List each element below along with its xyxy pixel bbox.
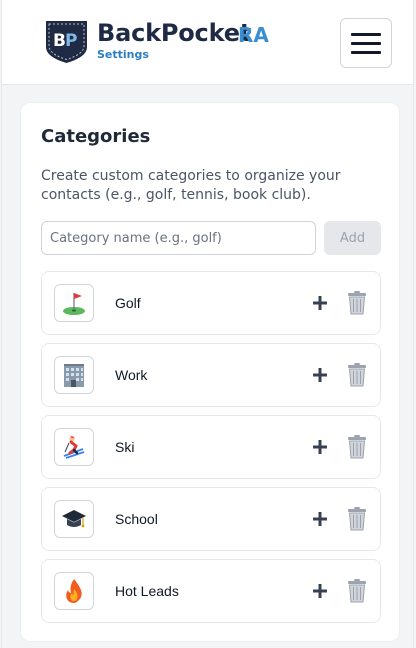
header: B P BackPocket RA Settings (2, 0, 413, 85)
category-row: Hot Leads (41, 559, 381, 623)
svg-text:P: P (65, 31, 77, 51)
category-list: Golf Work Ski School Hot Leads (41, 271, 381, 631)
category-row: Golf (41, 271, 381, 335)
card-title: Categories (41, 126, 151, 147)
add-category-button[interactable]: Add (324, 221, 381, 255)
category-label: Golf (115, 295, 141, 311)
category-row: Work (41, 343, 381, 407)
backpocket-logo-icon: B P (46, 21, 87, 63)
category-row: Ski (41, 415, 381, 479)
fire-icon (54, 572, 94, 610)
category-label: Ski (115, 439, 135, 455)
page-subtitle: Settings (97, 48, 149, 61)
plus-icon[interactable] (310, 581, 330, 601)
brand-suffix: RA (238, 23, 269, 47)
trash-icon[interactable] (345, 290, 369, 316)
plus-icon[interactable] (310, 437, 330, 457)
category-row: School (41, 487, 381, 551)
hamburger-menu-button[interactable] (340, 18, 392, 68)
category-name-input[interactable] (41, 221, 316, 255)
category-label: School (115, 511, 158, 527)
trash-icon[interactable] (345, 434, 369, 460)
trash-icon[interactable] (345, 506, 369, 532)
trash-icon[interactable] (345, 362, 369, 388)
plus-icon[interactable] (310, 293, 330, 313)
brand-name: BackPocket (97, 19, 252, 47)
plus-icon[interactable] (310, 509, 330, 529)
skier-icon (54, 428, 94, 466)
card-description: Create custom categories to organize you… (41, 168, 341, 203)
golf-flag-icon (54, 284, 94, 322)
office-building-icon (54, 356, 94, 394)
graduation-cap-icon (54, 500, 94, 538)
categories-card: Categories Create custom categories to o… (20, 102, 400, 642)
category-label: Work (115, 367, 148, 383)
plus-icon[interactable] (310, 365, 330, 385)
category-label: Hot Leads (115, 583, 179, 599)
hamburger-menu-icon (351, 32, 381, 36)
trash-icon[interactable] (345, 578, 369, 604)
app-frame: B P BackPocket RA Settings Categories Cr… (1, 0, 414, 648)
